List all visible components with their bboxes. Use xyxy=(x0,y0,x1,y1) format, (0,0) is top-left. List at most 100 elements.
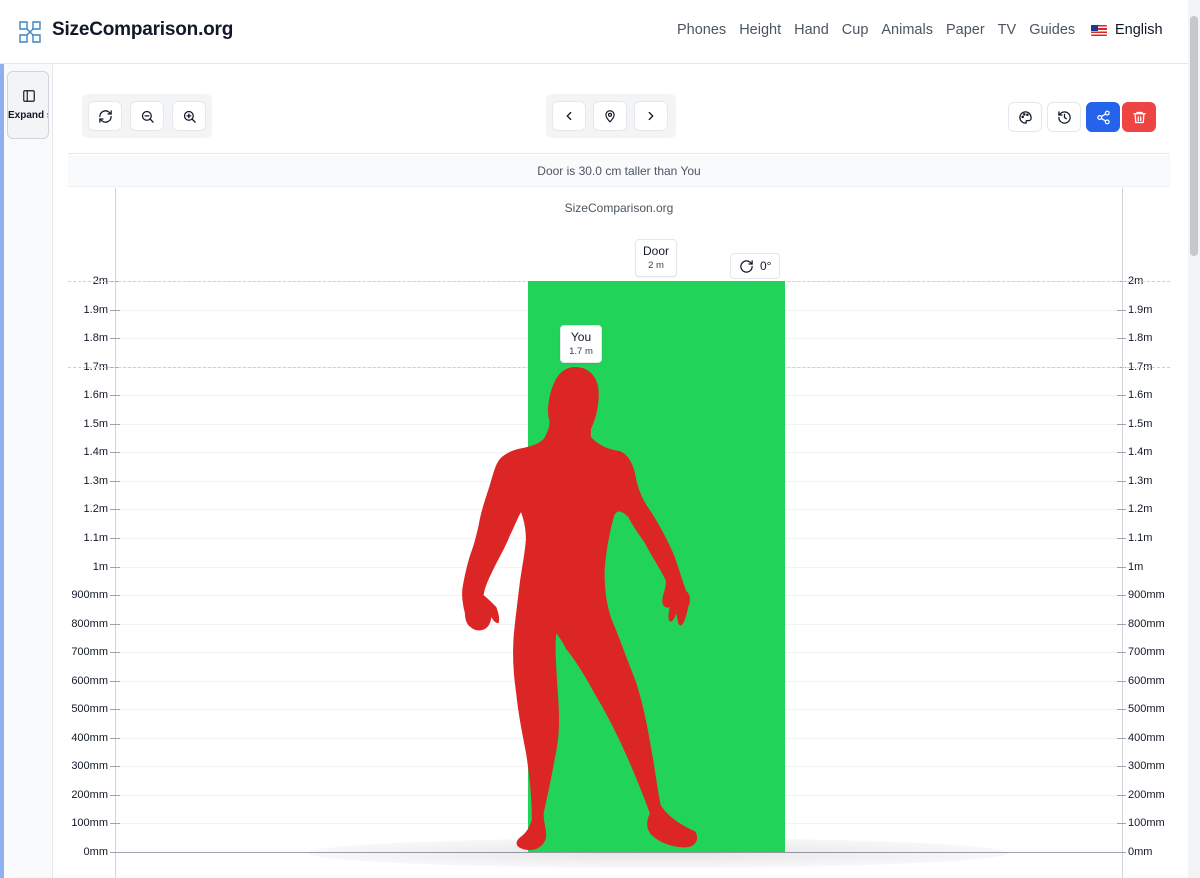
canvas-watermark: SizeComparison.org xyxy=(564,201,674,215)
nav-animals[interactable]: Animals xyxy=(881,22,933,38)
next-button[interactable] xyxy=(634,101,668,131)
left-tick-mark xyxy=(110,737,120,739)
left-tick-label: 1.3m xyxy=(81,473,110,488)
history-icon xyxy=(1057,110,1071,124)
expand-sidebar-button[interactable]: Expand sidebar xyxy=(7,71,49,139)
right-tick-label: 1.2m xyxy=(1126,502,1155,517)
share-button[interactable] xyxy=(1086,102,1120,132)
left-tick-label: 1.6m xyxy=(81,388,110,403)
left-tick-mark xyxy=(110,338,120,340)
right-tick-label: 1.1m xyxy=(1126,530,1155,545)
palette-icon xyxy=(1018,110,1032,124)
color-palette-button[interactable] xyxy=(1008,102,1042,132)
left-tick-mark xyxy=(110,480,120,482)
nav-paper[interactable]: Paper xyxy=(946,22,985,38)
right-tick-label: 900mm xyxy=(1126,588,1167,603)
left-tick-mark xyxy=(110,566,120,568)
left-tick-label: 1m xyxy=(90,559,110,574)
language-label: English xyxy=(1115,22,1163,38)
nav-hand[interactable]: Hand xyxy=(794,22,829,38)
left-tick-mark xyxy=(110,652,120,654)
previous-button[interactable] xyxy=(552,101,586,131)
left-tick-mark xyxy=(110,452,120,454)
rotation-control[interactable]: 0° xyxy=(730,253,781,279)
zoom-group xyxy=(82,94,212,138)
nav-cup[interactable]: Cup xyxy=(842,22,869,38)
right-tick-label: 1.5m xyxy=(1126,416,1155,431)
delete-button[interactable] xyxy=(1122,102,1156,132)
left-tick-mark xyxy=(110,595,120,597)
left-tick-label: 100mm xyxy=(69,816,110,831)
right-tick-label: 100mm xyxy=(1126,816,1167,831)
main-nav: Phones Height Hand Cup Animals Paper TV … xyxy=(677,22,1088,38)
person-silhouette[interactable] xyxy=(459,366,705,852)
left-tick-label: 1.9m xyxy=(81,302,110,317)
zoom-in-icon xyxy=(183,110,196,123)
brand-name[interactable]: SizeComparison.org xyxy=(52,19,233,41)
right-ruler-line xyxy=(1122,188,1123,878)
right-tick-label: 1.6m xyxy=(1126,388,1155,403)
left-tick-mark xyxy=(110,309,120,311)
comparison-message: Door is 30.0 cm taller than You xyxy=(68,155,1170,187)
left-tick-label: 300mm xyxy=(69,759,110,774)
left-tick-label: 400mm xyxy=(69,730,110,745)
expand-sidebar-label: Expand sidebar xyxy=(8,110,48,121)
door-name: Door xyxy=(642,244,669,258)
left-tick-mark xyxy=(110,395,120,397)
left-tick-label: 600mm xyxy=(69,673,110,688)
history-button[interactable] xyxy=(1047,102,1081,132)
map-pin-icon xyxy=(605,110,615,123)
comparison-canvas[interactable]: SizeComparison.org 2m 2m 1.9m 1.9m 1.8m 1.8m 1… xyxy=(68,188,1170,878)
left-tick-label: 1.1m xyxy=(81,530,110,545)
locate-button[interactable] xyxy=(593,101,627,131)
zoom-in-button[interactable] xyxy=(172,101,206,131)
trash-icon xyxy=(1132,111,1146,123)
left-tick-mark xyxy=(110,823,120,825)
zoom-out-icon xyxy=(141,110,154,123)
left-tick-label: 1.8m xyxy=(81,331,110,346)
left-tick-label: 1.4m xyxy=(81,445,110,460)
zoom-out-button[interactable] xyxy=(130,101,164,131)
rotate-icon xyxy=(740,259,753,273)
door-height: 2 m xyxy=(648,260,664,271)
right-tick-label: 600mm xyxy=(1126,673,1167,688)
chevron-left-icon xyxy=(566,111,572,121)
scrollbar-thumb[interactable] xyxy=(1190,16,1198,256)
right-tick-label: 300mm xyxy=(1126,759,1167,774)
refresh-button[interactable] xyxy=(88,101,122,131)
right-tick-label: 1.3m xyxy=(1126,473,1155,488)
nav-phones[interactable]: Phones xyxy=(677,22,726,38)
left-tick-mark xyxy=(110,794,120,796)
us-flag-icon xyxy=(1091,24,1107,36)
left-tick-mark xyxy=(110,509,120,511)
left-tick-label: 700mm xyxy=(69,645,110,660)
navigation-group xyxy=(546,94,676,138)
rotation-value: 0° xyxy=(760,259,772,273)
nav-tv[interactable]: TV xyxy=(998,22,1017,38)
right-tick-label: 1m xyxy=(1126,559,1146,574)
language-selector[interactable]: English xyxy=(1091,22,1163,38)
panel-left-icon xyxy=(23,90,35,102)
left-tick-label: 900mm xyxy=(69,588,110,603)
left-tick-mark xyxy=(110,423,120,425)
person-name: You xyxy=(570,329,592,344)
nav-guides[interactable]: Guides xyxy=(1029,22,1075,38)
right-tick-label: 400mm xyxy=(1126,730,1167,745)
refresh-icon xyxy=(98,109,112,123)
right-tick-label: 500mm xyxy=(1126,702,1167,717)
right-tick-label: 1.8m xyxy=(1126,331,1155,346)
nav-height[interactable]: Height xyxy=(739,22,781,38)
chevron-right-icon xyxy=(648,111,654,121)
toolbar xyxy=(68,80,1170,154)
person-height: 1.7 m xyxy=(569,345,593,357)
person-label[interactable]: You 1.7 m xyxy=(560,324,602,363)
left-tick-label: 200mm xyxy=(69,787,110,802)
door-label[interactable]: Door 2 m xyxy=(635,239,677,277)
page-scrollbar[interactable] xyxy=(1188,0,1200,878)
logo-icon[interactable] xyxy=(18,20,42,44)
right-tick-label: 200mm xyxy=(1126,787,1167,802)
site-header: SizeComparison.org Phones Height Hand Cu… xyxy=(0,0,1188,64)
left-tick-label: 800mm xyxy=(69,616,110,631)
left-tick-mark xyxy=(110,766,120,768)
right-tick-label: 1.9m xyxy=(1126,302,1155,317)
